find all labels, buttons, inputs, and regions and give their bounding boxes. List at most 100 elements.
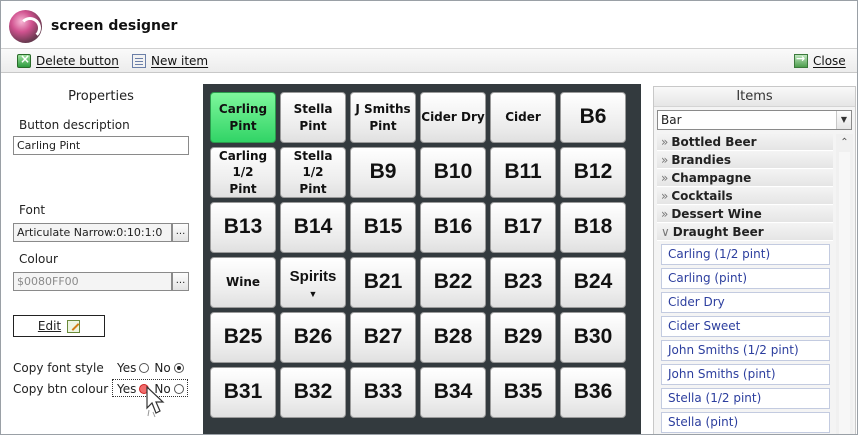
grid-button[interactable]: B28 [420, 312, 486, 363]
title-bar: screen designer [1, 1, 857, 49]
items-list: » Bottled Beer» Brandies» Champagne» Cocktai… [657, 134, 833, 434]
grid-button[interactable]: B12 [560, 147, 626, 198]
grid-button[interactable]: Spirits ▼ [280, 257, 346, 308]
colour-label: Colour [19, 252, 58, 266]
close-button-label: Close [813, 54, 846, 68]
list-item[interactable]: John Smiths (pint) [661, 364, 830, 385]
grid-button[interactable]: B18 [560, 202, 626, 253]
chevron-down-icon: ∨ [661, 225, 670, 239]
grid-button[interactable]: B16 [420, 202, 486, 253]
chevron-down-icon[interactable]: ▼ [836, 111, 851, 129]
copy-font-no-label: No [154, 361, 171, 375]
items-scrollbar[interactable]: ⌃ [836, 134, 853, 434]
delete-button-label: Delete button [36, 54, 119, 68]
properties-panel: Properties Button description Carling Pi… [1, 74, 201, 434]
grid-button[interactable]: B30 [560, 312, 626, 363]
grid-button[interactable]: Carling Pint [210, 92, 276, 143]
items-panel: Items Bar ▼ » Bottled Beer» Brandies» Champ… [653, 86, 856, 434]
grid-button[interactable]: B21 [350, 257, 416, 308]
copy-colour-yes-label: Yes [117, 382, 137, 396]
mouse-cursor-icon [146, 386, 165, 418]
close-icon [794, 52, 808, 68]
copy-font-no-radio[interactable] [173, 363, 184, 373]
font-label: Font [19, 203, 46, 217]
screen-designer-window: screen designer Delete button New item C… [0, 0, 858, 435]
items-title: Items [654, 87, 855, 107]
description-label: Button description [19, 118, 130, 132]
grid-button[interactable]: B25 [210, 312, 276, 363]
grid-button[interactable]: Stella 1/2 Pint [280, 147, 346, 198]
list-item[interactable]: Cider Sweet [661, 316, 830, 337]
grid-button[interactable]: B27 [350, 312, 416, 363]
category-champagne[interactable]: » Champagne [657, 170, 833, 187]
grid-button[interactable]: Cider [490, 92, 556, 143]
new-item-icon [132, 54, 146, 68]
copy-font-radio-group: Yes No [117, 361, 189, 375]
category-brandies[interactable]: » Brandies [657, 152, 833, 169]
button-grid: Carling Pint Stella Pint J Smiths Pint Cide… [203, 84, 641, 434]
grid-button[interactable]: B10 [420, 147, 486, 198]
edit-icon [67, 319, 81, 333]
font-picker-button[interactable]: ... [172, 223, 189, 242]
grid-button[interactable]: Carling 1/2 Pint [210, 147, 276, 198]
grid-button[interactable]: B14 [280, 202, 346, 253]
scrollbar-track[interactable] [839, 152, 850, 434]
close-button[interactable]: Close [794, 52, 846, 69]
colour-picker-button[interactable]: ... [172, 272, 189, 291]
grid-button[interactable]: Cider Dry [420, 92, 486, 143]
grid-button[interactable]: B17 [490, 202, 556, 253]
grid-button[interactable]: B11 [490, 147, 556, 198]
chevron-right-icon: » [661, 153, 669, 167]
list-item[interactable]: John Smiths (1/2 pint) [661, 340, 830, 361]
category-draught-beer[interactable]: ∨ Draught Beer [657, 224, 833, 241]
grid-button[interactable]: B33 [350, 367, 416, 418]
grid-button[interactable]: B15 [350, 202, 416, 253]
category-label: Dessert Wine [671, 207, 762, 221]
grid-button[interactable]: B6 [560, 92, 626, 143]
grid-button[interactable]: B9 [350, 147, 416, 198]
grid-button[interactable]: B35 [490, 367, 556, 418]
copy-font-yes-radio[interactable] [139, 363, 150, 373]
category-bottled-beer[interactable]: » Bottled Beer [657, 134, 833, 151]
grid-button[interactable]: B24 [560, 257, 626, 308]
list-item[interactable]: Stella (pint) [661, 412, 830, 433]
grid-button[interactable]: J Smiths Pint [350, 92, 416, 143]
grid-button[interactable]: B13 [210, 202, 276, 253]
copy-colour-label: Copy btn colour [13, 382, 109, 396]
font-field[interactable]: Articulate Narrow:0:10:1:0 [13, 223, 172, 242]
edit-button-label: Edit [37, 319, 62, 333]
submenu-arrow-icon: ▼ [308, 288, 318, 299]
category-label: Brandies [671, 153, 732, 167]
grid-button[interactable]: B29 [490, 312, 556, 363]
app-title: screen designer [51, 18, 178, 34]
grid-button[interactable]: B22 [420, 257, 486, 308]
category-label: Cocktails [671, 189, 733, 203]
grid-button[interactable]: B32 [280, 367, 346, 418]
new-item-button[interactable]: New item [132, 53, 208, 69]
grid-button[interactable]: B36 [560, 367, 626, 418]
grid-button[interactable]: Wine [210, 257, 276, 308]
grid-button-label: Spirits [289, 268, 337, 286]
list-item[interactable]: Stella (1/2 pint) [661, 388, 830, 409]
list-item[interactable]: Carling (1/2 pint) [661, 244, 830, 265]
copy-colour-no-radio[interactable] [173, 384, 184, 394]
chevron-right-icon: » [661, 189, 669, 203]
edit-button[interactable]: Edit [13, 315, 105, 337]
grid-button[interactable]: B26 [280, 312, 346, 363]
copy-font-label: Copy font style [13, 361, 104, 375]
new-item-button-label: New item [151, 54, 209, 68]
colour-field[interactable]: $0080FF00 [13, 272, 172, 291]
category-cocktails[interactable]: » Cocktails [657, 188, 833, 205]
grid-button[interactable]: B34 [420, 367, 486, 418]
grid-button[interactable]: B31 [210, 367, 276, 418]
category-dessert-wine[interactable]: » Dessert Wine [657, 206, 833, 223]
list-item[interactable]: Cider Dry [661, 292, 830, 313]
grid-button[interactable]: B23 [490, 257, 556, 308]
description-field[interactable]: Carling Pint [13, 136, 189, 155]
list-item[interactable]: Carling (pint) [661, 268, 830, 289]
scroll-up-icon[interactable]: ⌃ [836, 134, 853, 151]
delete-button[interactable]: Delete button [17, 52, 119, 69]
items-filter-select[interactable]: Bar ▼ [657, 110, 852, 130]
items-filter-value: Bar [661, 113, 682, 127]
grid-button[interactable]: Stella Pint [280, 92, 346, 143]
